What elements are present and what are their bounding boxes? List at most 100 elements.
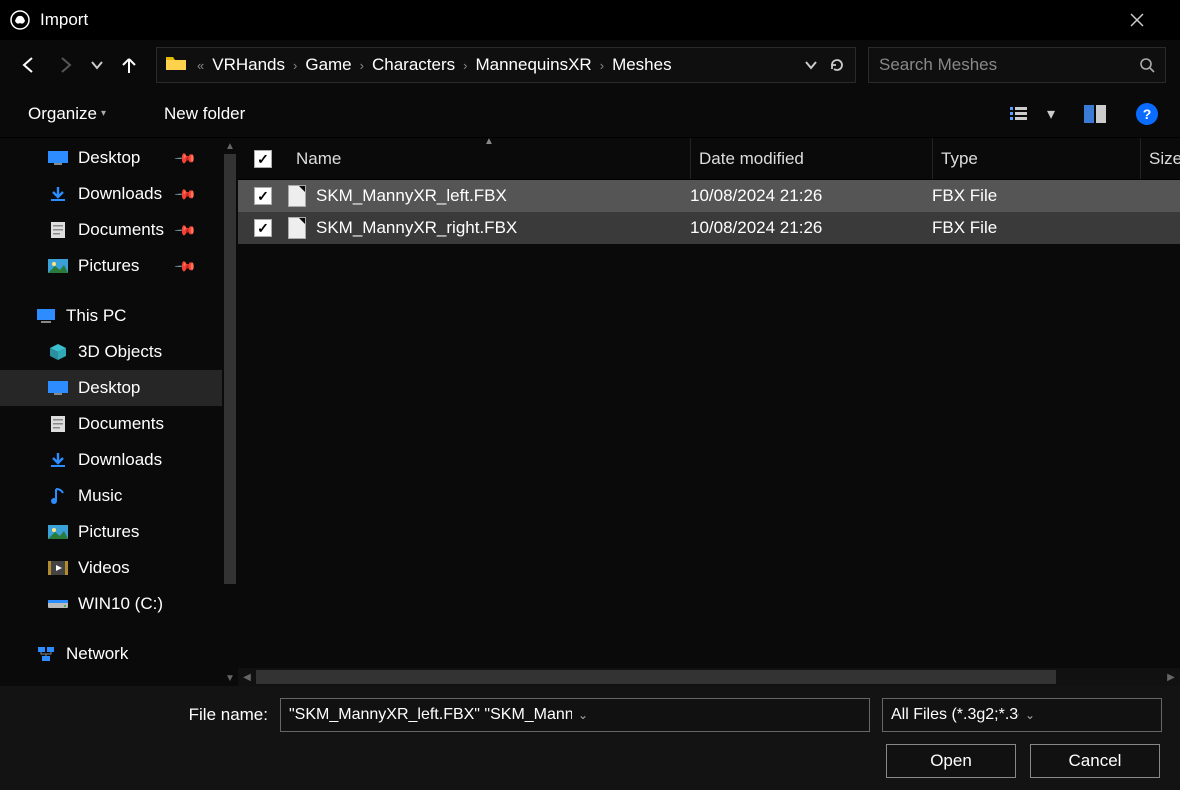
breadcrumb-overflow[interactable]: « bbox=[191, 58, 210, 73]
sidebar-item-label: Desktop bbox=[78, 378, 140, 398]
file-date: 10/08/2024 21:26 bbox=[690, 218, 932, 238]
nav-back-button[interactable] bbox=[14, 50, 44, 80]
help-button[interactable]: ? bbox=[1136, 103, 1158, 125]
chevron-right-icon: › bbox=[457, 58, 473, 73]
scroll-left-icon[interactable]: ◀ bbox=[238, 672, 256, 683]
sidebar-item-music[interactable]: Music bbox=[0, 478, 222, 514]
column-type[interactable]: Type bbox=[932, 138, 1140, 179]
document-icon bbox=[48, 222, 68, 238]
column-date[interactable]: Date modified bbox=[690, 138, 932, 179]
breadcrumb-item[interactable]: MannequinsXR bbox=[473, 53, 593, 77]
main-area: Desktop 📌 Downloads 📌 Documents 📌 Pictur… bbox=[0, 138, 1180, 686]
organize-label: Organize bbox=[28, 104, 97, 124]
nav-forward-button[interactable] bbox=[50, 50, 80, 80]
sidebar-item-3dobjects[interactable]: 3D Objects bbox=[0, 334, 222, 370]
file-pane: Name▲ Date modified Type Size SKM_MannyX… bbox=[238, 138, 1180, 686]
scroll-thumb[interactable] bbox=[256, 670, 1056, 684]
breadcrumb-item[interactable]: Game bbox=[303, 53, 353, 77]
chevron-right-icon: › bbox=[287, 58, 303, 73]
view-mode-button[interactable] bbox=[1006, 99, 1036, 129]
select-all-checkbox[interactable] bbox=[238, 150, 288, 168]
filename-input[interactable]: "SKM_MannyXR_left.FBX" "SKM_MannyXR_righ… bbox=[280, 698, 870, 732]
sidebar-item-desktop[interactable]: Desktop 📌 bbox=[0, 140, 222, 176]
sidebar-item-pictures-pc[interactable]: Pictures bbox=[0, 514, 222, 550]
sidebar-item-label: Documents bbox=[78, 220, 164, 240]
open-button[interactable]: Open bbox=[886, 744, 1016, 778]
row-checkbox[interactable] bbox=[238, 219, 288, 237]
chevron-down-icon[interactable]: ⌄ bbox=[1019, 708, 1153, 722]
breadcrumb[interactable]: « VRHands › Game › Characters › Mannequi… bbox=[156, 47, 856, 83]
view-mode-dropdown[interactable]: ▾ bbox=[1044, 99, 1058, 129]
search-box[interactable] bbox=[868, 47, 1166, 83]
search-input[interactable] bbox=[879, 55, 1139, 75]
sidebar-item-drive-c[interactable]: WIN10 (C:) bbox=[0, 586, 222, 622]
file-type: FBX File bbox=[932, 186, 1140, 206]
row-checkbox[interactable] bbox=[238, 187, 288, 205]
sidebar-item-label: Downloads bbox=[78, 450, 162, 470]
nav-recent-dropdown[interactable] bbox=[86, 50, 108, 80]
sidebar-scrollbar[interactable]: ▲ ▼ bbox=[222, 138, 238, 686]
scroll-track[interactable] bbox=[256, 668, 1162, 686]
file-name: SKM_MannyXR_left.FBX bbox=[316, 186, 507, 206]
desktop-icon bbox=[48, 380, 68, 396]
organize-menu[interactable]: Organize▾ bbox=[22, 100, 112, 128]
sidebar-item-label: Music bbox=[78, 486, 122, 506]
cancel-button[interactable]: Cancel bbox=[1030, 744, 1160, 778]
sidebar-item-label: This PC bbox=[66, 306, 126, 326]
sidebar-item-documents-pc[interactable]: Documents bbox=[0, 406, 222, 442]
horizontal-scrollbar[interactable]: ◀ ▶ bbox=[238, 668, 1180, 686]
scroll-track[interactable] bbox=[222, 154, 238, 670]
sidebar-item-label: Documents bbox=[78, 414, 164, 434]
filename-label: File name: bbox=[18, 705, 268, 725]
toolbar: Organize▾ New folder ▾ ? bbox=[0, 90, 1180, 138]
videos-icon bbox=[48, 560, 68, 576]
preview-pane-button[interactable] bbox=[1080, 99, 1110, 129]
column-label: Size bbox=[1149, 149, 1180, 169]
sidebar-item-desktop-pc[interactable]: Desktop bbox=[0, 370, 222, 406]
sidebar-item-label: Network bbox=[66, 644, 128, 664]
file-row[interactable]: SKM_MannyXR_right.FBX 10/08/2024 21:26 F… bbox=[238, 212, 1180, 244]
breadcrumb-item[interactable]: Characters bbox=[370, 53, 457, 77]
sidebar-item-thispc[interactable]: This PC bbox=[0, 298, 222, 334]
nav-up-button[interactable] bbox=[114, 50, 144, 80]
cube-icon bbox=[48, 344, 68, 360]
window-title: Import bbox=[40, 10, 1130, 30]
network-icon bbox=[36, 646, 56, 662]
sidebar-item-videos[interactable]: Videos bbox=[0, 550, 222, 586]
scroll-down-icon[interactable]: ▼ bbox=[222, 670, 238, 686]
sidebar-item-downloads-pc[interactable]: Downloads bbox=[0, 442, 222, 478]
file-filter-select[interactable]: All Files (*.3g2;*.3gp;*.3gpp;*.3gpp2;..… bbox=[882, 698, 1162, 732]
pin-icon: 📌 bbox=[173, 146, 197, 170]
chevron-down-icon[interactable]: ⌄ bbox=[572, 708, 861, 722]
sidebar-item-documents[interactable]: Documents 📌 bbox=[0, 212, 222, 248]
music-icon bbox=[48, 488, 68, 504]
scroll-up-icon[interactable]: ▲ bbox=[222, 138, 238, 154]
breadcrumb-item[interactable]: VRHands bbox=[210, 53, 287, 77]
file-type: FBX File bbox=[932, 218, 1140, 238]
column-name[interactable]: Name▲ bbox=[288, 138, 690, 179]
breadcrumb-dropdown[interactable] bbox=[799, 59, 823, 71]
refresh-button[interactable] bbox=[823, 57, 851, 73]
desktop-icon bbox=[48, 150, 68, 166]
sidebar-list: Desktop 📌 Downloads 📌 Documents 📌 Pictur… bbox=[0, 138, 222, 686]
sidebar-item-downloads[interactable]: Downloads 📌 bbox=[0, 176, 222, 212]
column-size[interactable]: Size bbox=[1140, 138, 1180, 179]
new-folder-label: New folder bbox=[164, 104, 245, 124]
sidebar-item-label: 3D Objects bbox=[78, 342, 162, 362]
sidebar-item-label: Videos bbox=[78, 558, 130, 578]
download-icon bbox=[48, 186, 68, 202]
new-folder-button[interactable]: New folder bbox=[158, 100, 251, 128]
file-row[interactable]: SKM_MannyXR_left.FBX 10/08/2024 21:26 FB… bbox=[238, 180, 1180, 212]
filter-value: All Files (*.3g2;*.3gp;*.3gpp;*.3gpp2;..… bbox=[891, 706, 1019, 724]
search-icon[interactable] bbox=[1139, 57, 1155, 73]
scroll-thumb[interactable] bbox=[224, 154, 236, 584]
import-dialog: Import « VRHands › Game › Characters › M… bbox=[0, 0, 1180, 790]
footer: File name: "SKM_MannyXR_left.FBX" "SKM_M… bbox=[0, 686, 1180, 790]
column-label: Name bbox=[296, 149, 341, 169]
scroll-right-icon[interactable]: ▶ bbox=[1162, 672, 1180, 683]
close-button[interactable] bbox=[1130, 13, 1170, 27]
sidebar-item-pictures[interactable]: Pictures 📌 bbox=[0, 248, 222, 284]
breadcrumb-item[interactable]: Meshes bbox=[610, 53, 674, 77]
sidebar-item-network[interactable]: Network bbox=[0, 636, 222, 672]
folder-icon bbox=[165, 54, 187, 76]
